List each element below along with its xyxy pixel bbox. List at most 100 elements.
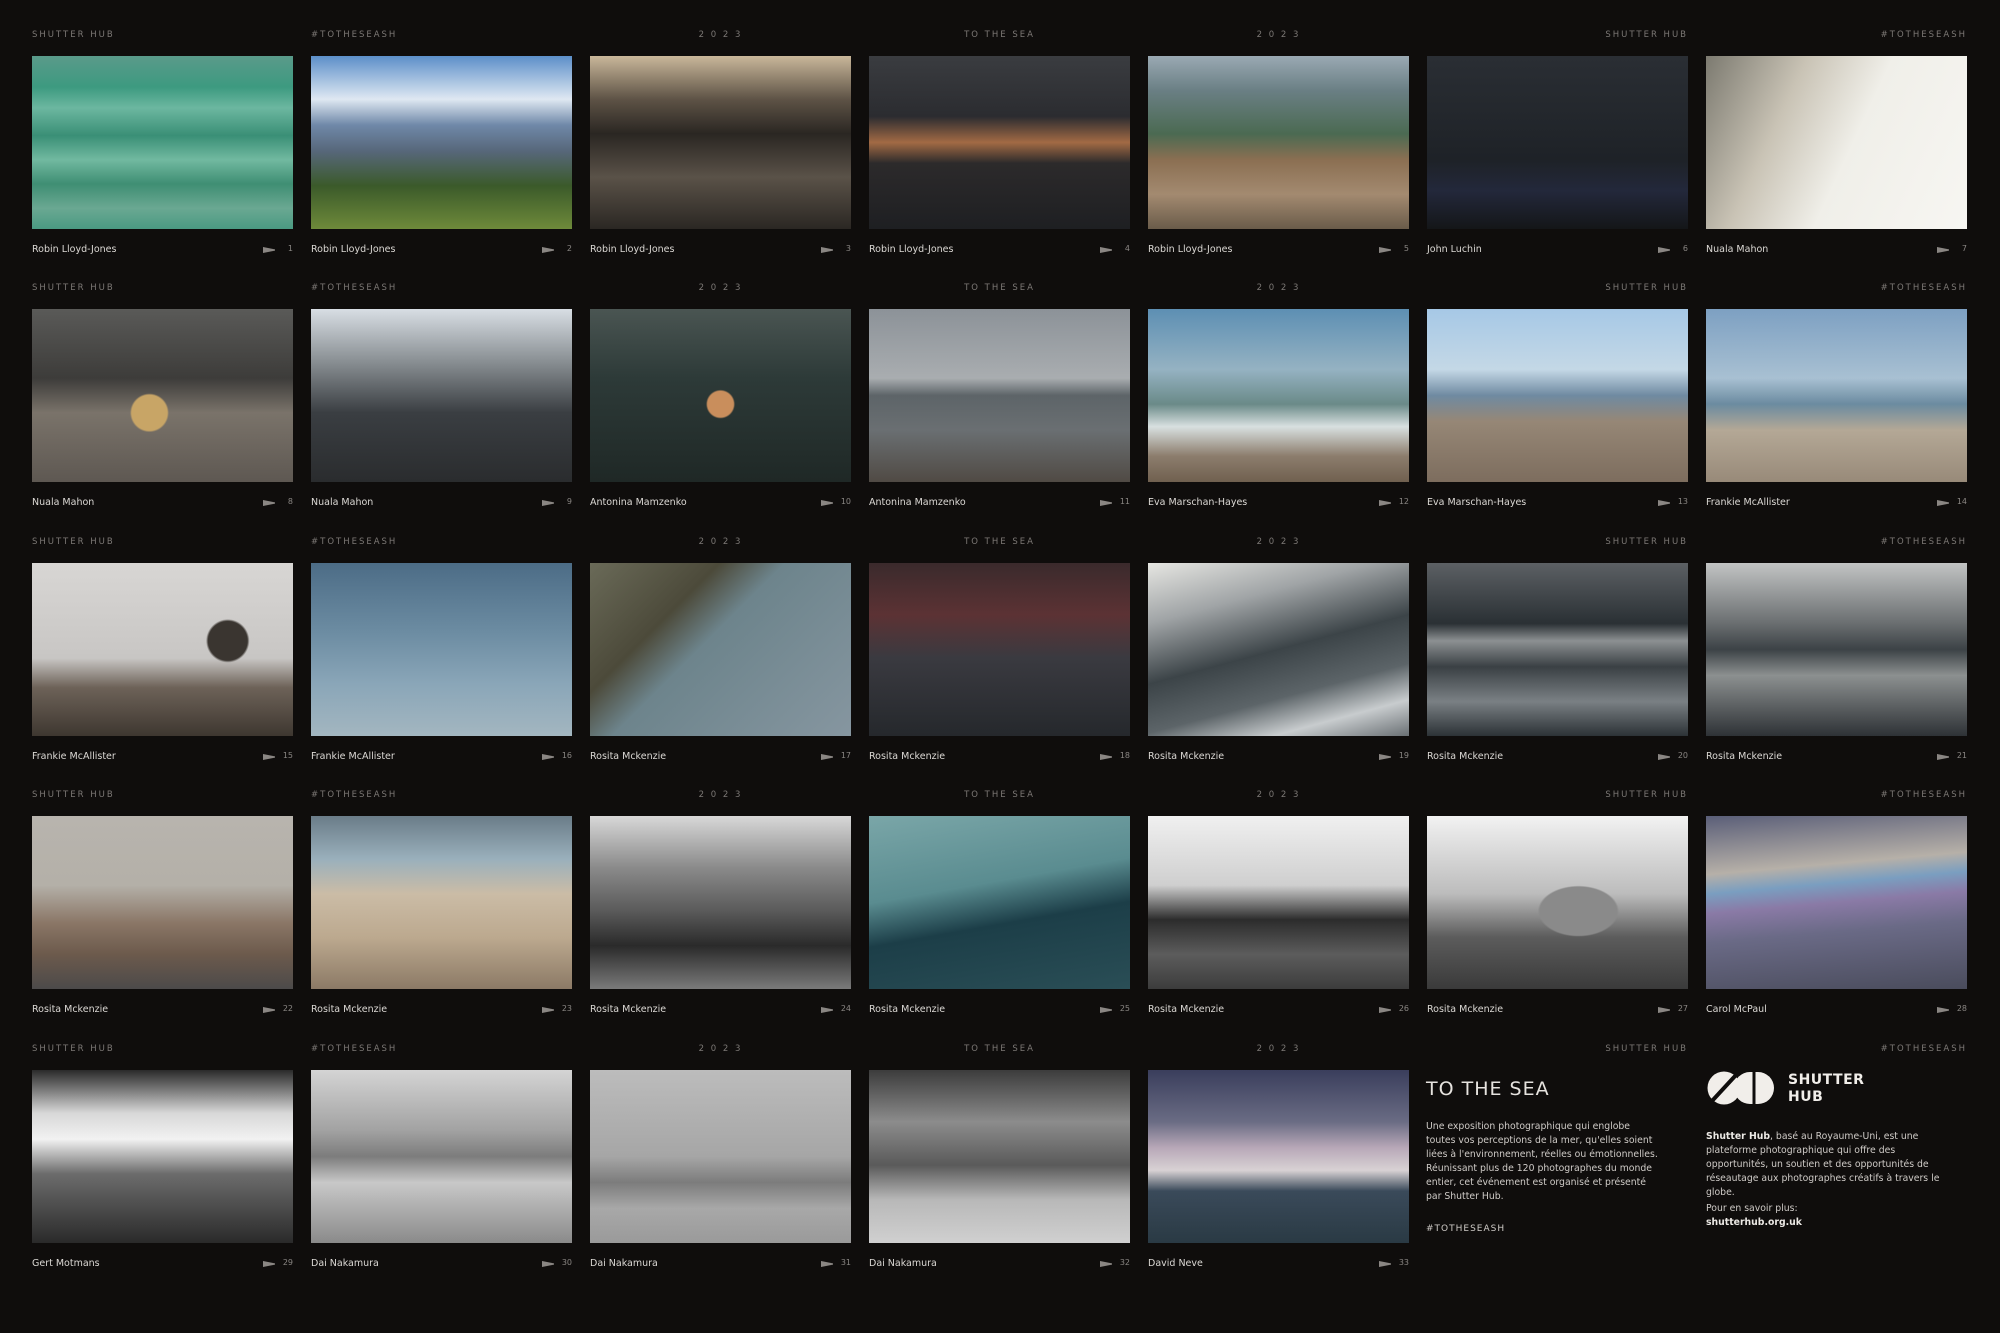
photographer-name: Rosita Mckenzie: [1706, 751, 1783, 762]
cell-header-label: SHUTTER HUB: [32, 537, 115, 547]
photographer-name: Rosita Mckenzie: [1427, 1004, 1504, 1015]
photo-thumbnail[interactable]: [1427, 309, 1688, 482]
photo-caption: John Luchin 6: [1427, 244, 1688, 258]
photo-row: SHUTTER HUB Robin Lloyd-Jones 1 #TOTHESEASH…: [32, 28, 1968, 268]
cell-header-label: #TOTHESEASH: [1880, 790, 1967, 800]
photo-thumbnail[interactable]: [1148, 309, 1409, 482]
frame-number: 5: [1403, 244, 1409, 253]
photo-thumbnail[interactable]: [869, 563, 1130, 736]
flag-icon: [1658, 247, 1670, 253]
flag-icon: [1379, 247, 1391, 253]
frame-number: 27: [1677, 1004, 1688, 1013]
shutter-hub-info: SHUTTER HUB Shutter Hub, basé au Royaume…: [1706, 1068, 1946, 1248]
photo-caption: Antonina Mamzenko 11: [869, 497, 1130, 511]
grid-cell: SHUTTER HUB Gert Motmans 29: [32, 1042, 293, 1282]
website-link[interactable]: shutterhub.org.uk: [1706, 1216, 1802, 1230]
photo-caption: Rosita Mckenzie 27: [1427, 1004, 1688, 1018]
photo-caption: Eva Marschan-Hayes 13: [1427, 497, 1688, 511]
photographer-name: Robin Lloyd-Jones: [590, 244, 675, 255]
grid-cell: #TOTHESEASH Carol McPaul 28: [1706, 788, 1967, 1028]
photo-thumbnail[interactable]: [590, 816, 851, 989]
photo-thumbnail[interactable]: [1148, 563, 1409, 736]
photo-thumbnail[interactable]: [32, 816, 293, 989]
photographer-name: Nuala Mahon: [311, 497, 374, 508]
photo-thumbnail[interactable]: [311, 309, 572, 482]
photo-thumbnail[interactable]: [311, 563, 572, 736]
frame-number: 14: [1956, 497, 1967, 506]
photographer-name: Dai Nakamura: [590, 1258, 658, 1269]
photo-thumbnail[interactable]: [869, 1070, 1130, 1243]
flag-icon: [1100, 247, 1112, 253]
frame-number: 31: [840, 1258, 851, 1267]
photo-caption: Rosita Mckenzie 18: [869, 751, 1130, 765]
flag-icon: [1379, 1261, 1391, 1267]
grid-cell: #TOTHESEASH Dai Nakamura 30: [311, 1042, 572, 1282]
photo-thumbnail[interactable]: [32, 1070, 293, 1243]
grid-cell: SHUTTER HUB Rosita Mckenzie 27: [1427, 788, 1688, 1028]
photo-caption: Frankie McAllister 16: [311, 751, 572, 765]
frame-number: 21: [1956, 751, 1967, 760]
photo-thumbnail[interactable]: [590, 563, 851, 736]
cell-header-label: 2 0 2 3: [1256, 283, 1301, 293]
flag-icon: [1379, 500, 1391, 506]
photo-thumbnail[interactable]: [590, 1070, 851, 1243]
more-info-label: Pour en savoir plus:: [1706, 1203, 1798, 1214]
photo-thumbnail[interactable]: [311, 56, 572, 229]
photo-thumbnail[interactable]: [1706, 563, 1967, 736]
photo-caption: Carol McPaul 28: [1706, 1004, 1967, 1018]
frame-number: 1: [287, 244, 293, 253]
photographer-name: Eva Marschan-Hayes: [1427, 497, 1527, 508]
frame-number: 3: [845, 244, 851, 253]
cell-header-label: 2 0 2 3: [698, 30, 743, 40]
photo-thumbnail[interactable]: [1148, 56, 1409, 229]
flag-icon: [1100, 1261, 1112, 1267]
photo-thumbnail[interactable]: [1706, 309, 1967, 482]
photo-thumbnail[interactable]: [1148, 816, 1409, 989]
photo-thumbnail[interactable]: [869, 816, 1130, 989]
photo-thumbnail[interactable]: [869, 56, 1130, 229]
photo-thumbnail[interactable]: [1427, 563, 1688, 736]
photo-caption: Rosita Mckenzie 21: [1706, 751, 1967, 765]
frame-number: 29: [282, 1258, 293, 1267]
cell-header-label: #TOTHESEASH: [311, 537, 398, 547]
grid-cell: SHUTTER HUB Frankie McAllister 15: [32, 535, 293, 775]
cell-header-label: #TOTHESEASH: [311, 30, 398, 40]
flag-icon: [263, 500, 275, 506]
flag-icon: [821, 500, 833, 506]
photo-thumbnail[interactable]: [869, 309, 1130, 482]
grid-cell: 2 0 2 3 Dai Nakamura 31: [590, 1042, 851, 1282]
flag-icon: [1100, 1007, 1112, 1013]
cell-header-label: 2 0 2 3: [1256, 30, 1301, 40]
grid-cell: #TOTHESEASH Rosita Mckenzie 21: [1706, 535, 1967, 775]
photo-thumbnail[interactable]: [1706, 816, 1967, 989]
photo-thumbnail[interactable]: [590, 56, 851, 229]
flag-icon: [1937, 1007, 1949, 1013]
frame-number: 19: [1398, 751, 1409, 760]
photo-thumbnail[interactable]: [32, 309, 293, 482]
cell-header-label: TO THE SEA: [964, 1044, 1035, 1054]
photographer-name: Robin Lloyd-Jones: [1148, 244, 1233, 255]
flag-icon: [1379, 754, 1391, 760]
photo-thumbnail[interactable]: [32, 563, 293, 736]
photo-thumbnail[interactable]: [1148, 1070, 1409, 1243]
cell-header-label: #TOTHESEASH: [311, 283, 398, 293]
flag-icon: [1100, 754, 1112, 760]
photo-caption: Rosita Mckenzie 26: [1148, 1004, 1409, 1018]
cell-header-label: 2 0 2 3: [698, 1044, 743, 1054]
grid-cell: SHUTTER HUB Robin Lloyd-Jones 1: [32, 28, 293, 268]
photo-thumbnail[interactable]: [1706, 56, 1967, 229]
cell-header-label: SHUTTER HUB: [32, 30, 115, 40]
photo-thumbnail[interactable]: [311, 816, 572, 989]
photo-thumbnail[interactable]: [590, 309, 851, 482]
photo-thumbnail[interactable]: [32, 56, 293, 229]
photo-thumbnail[interactable]: [311, 1070, 572, 1243]
photo-caption: Robin Lloyd-Jones 2: [311, 244, 572, 258]
photo-thumbnail[interactable]: [1427, 816, 1688, 989]
photo-thumbnail[interactable]: [1427, 56, 1688, 229]
photographer-name: Nuala Mahon: [1706, 244, 1769, 255]
cell-header-label: 2 0 2 3: [1256, 1044, 1301, 1054]
grid-cell: 2 0 2 3 Antonina Mamzenko 10: [590, 281, 851, 521]
flag-icon: [1658, 500, 1670, 506]
grid-cell: 2 0 2 3 Robin Lloyd-Jones 3: [590, 28, 851, 268]
grid-cell: #TOTHESEASH Rosita Mckenzie 23: [311, 788, 572, 1028]
